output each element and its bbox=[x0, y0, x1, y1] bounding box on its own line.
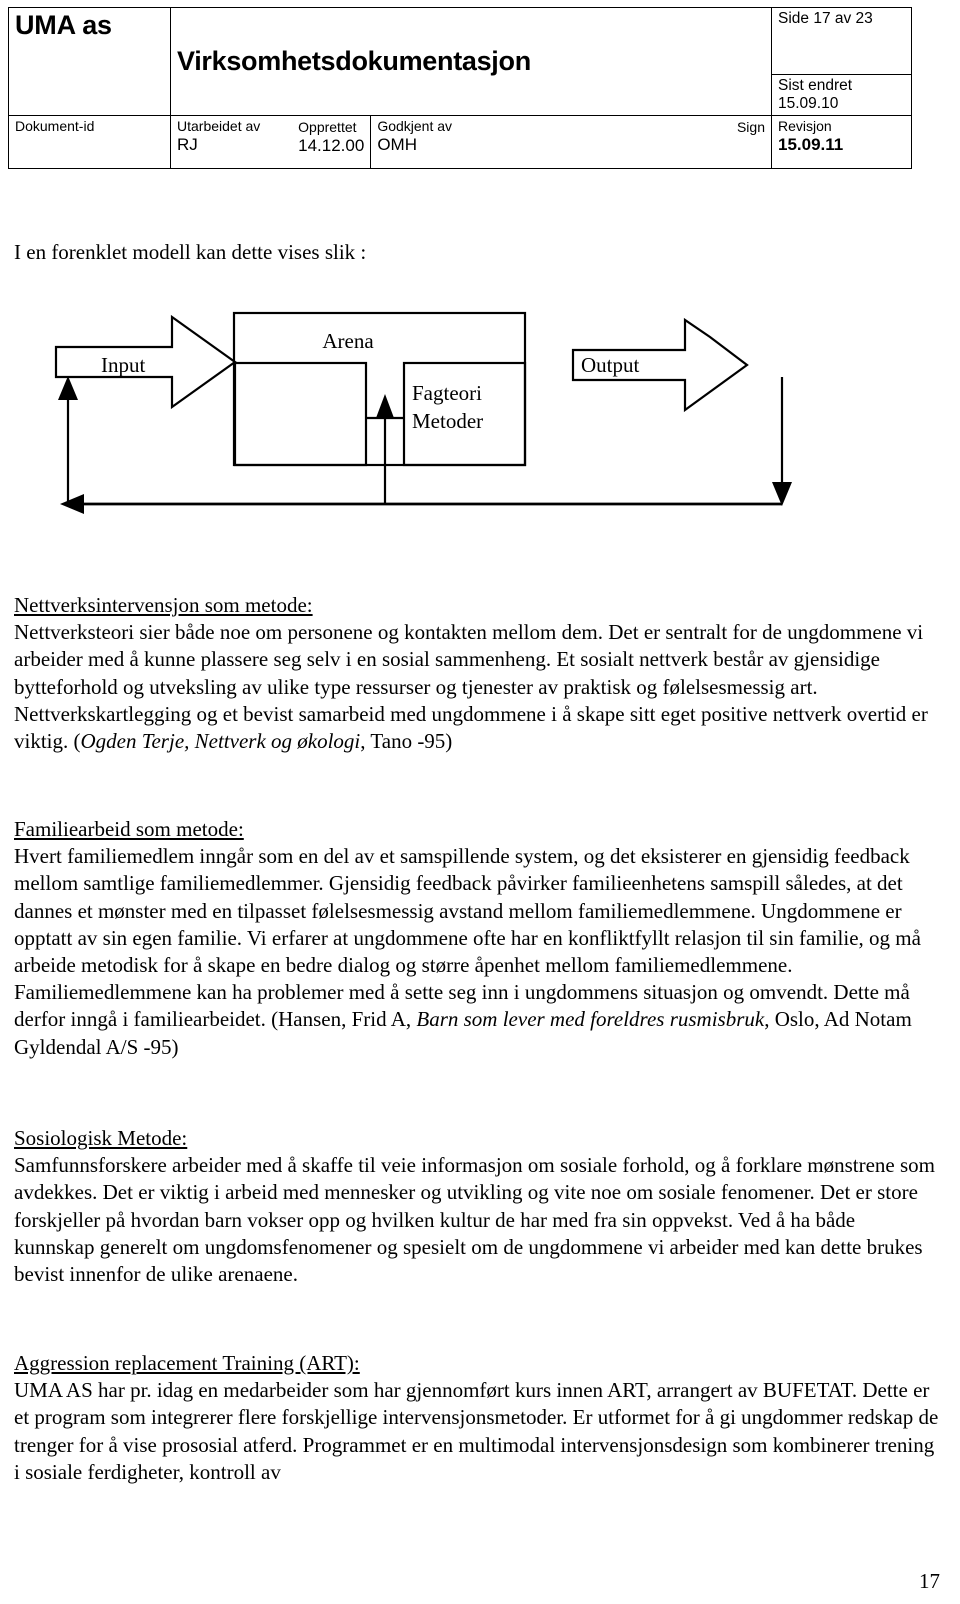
created-value: 14.12.00 bbox=[298, 136, 365, 156]
section-familiearbeid: Familiearbeid som metode: Hvert familiem… bbox=[14, 816, 939, 1061]
output-feedback-arrowhead-down bbox=[772, 482, 792, 506]
approved-block: Godkjent av OMH bbox=[377, 118, 452, 155]
left-feedback-arrowhead-up bbox=[58, 376, 78, 400]
section-heading: Nettverksintervensjon som metode: bbox=[14, 593, 313, 617]
document-title-cell: Virksomhetsdokumentasjon bbox=[170, 7, 772, 116]
document-id-cell: Dokument-id bbox=[8, 114, 171, 169]
author-value: RJ bbox=[177, 135, 198, 155]
approved-sign-cell: Godkjent av OMH Sign bbox=[370, 114, 772, 169]
approved-label: Godkjent av bbox=[377, 117, 453, 134]
inner-feedback-arrowhead bbox=[376, 394, 394, 418]
header-row-meta: Dokument-id Utarbeidet av RJ Opprettet 1… bbox=[8, 114, 912, 169]
output-label: Output bbox=[581, 353, 640, 377]
last-modified-value: 15.09.10 bbox=[778, 94, 839, 112]
section-nettverksintervensjon: Nettverksintervensjon som metode: Nettve… bbox=[14, 592, 939, 755]
section-paragraph: Hvert familiemedlem inngår som en del av… bbox=[14, 843, 939, 1061]
company-logo-cell: UMA as bbox=[8, 7, 171, 116]
section-heading: Sosiologisk Metode: bbox=[14, 1126, 188, 1150]
paragraph-citation-italic: Ogden Terje, Nettverk og økologi bbox=[80, 728, 361, 753]
revision-label: Revisjon bbox=[778, 117, 832, 134]
metoder-label: Metoder bbox=[412, 409, 483, 433]
approved-value: OMH bbox=[377, 135, 417, 155]
revision-value: 15.09.11 bbox=[778, 135, 844, 155]
intro-line: I en forenklet modell kan dette vises sl… bbox=[14, 240, 367, 264]
paragraph-citation-italic: Barn som lever med foreldres rusmisbruk bbox=[416, 1007, 765, 1032]
paragraph-pre: Samfunnsforskere arbeider med å skaffe t… bbox=[14, 1153, 936, 1286]
process-model-diagram: Input Arena Fagteori Metoder Output bbox=[0, 300, 960, 530]
page-count-cell: Side 17 av 23 bbox=[771, 7, 912, 75]
section-art: Aggression replacement Training (ART): U… bbox=[14, 1350, 939, 1486]
document-id-label: Dokument-id bbox=[15, 117, 95, 134]
arena-label: Arena bbox=[322, 329, 374, 353]
author-created-cell: Utarbeidet av RJ Opprettet 14.12.00 bbox=[169, 114, 372, 169]
page-number: 17 bbox=[919, 1569, 940, 1593]
section-paragraph: UMA AS har pr. idag en medarbeider som h… bbox=[14, 1377, 939, 1486]
header-row-main: UMA as Virksomhetsdokumentasjon Side 17 … bbox=[8, 7, 912, 116]
author-label: Utarbeidet av bbox=[177, 117, 261, 134]
page-title: Virksomhetsdokumentasjon bbox=[177, 45, 531, 76]
input-label: Input bbox=[101, 353, 145, 377]
section-heading: Familiearbeid som metode: bbox=[14, 817, 244, 841]
last-modified-cell: Sist endret 15.09.10 bbox=[771, 74, 912, 116]
section-paragraph: Nettverksteori sier både noe om personen… bbox=[14, 619, 939, 755]
paragraph-post: , Tano -95) bbox=[360, 728, 453, 753]
paragraph-pre: UMA AS har pr. idag en medarbeider som h… bbox=[14, 1378, 939, 1484]
document-header: UMA as Virksomhetsdokumentasjon Side 17 … bbox=[8, 7, 912, 169]
created-label: Opprettet bbox=[298, 118, 357, 135]
author-block: Utarbeidet av RJ bbox=[177, 118, 260, 155]
input-arrow-shape bbox=[54, 314, 237, 410]
last-modified-label: Sist endret bbox=[778, 77, 853, 94]
fagteori-label: Fagteori bbox=[412, 381, 482, 405]
page-count-text: Side 17 av 23 bbox=[778, 10, 873, 27]
bottom-feedback-arrowhead-left bbox=[60, 494, 84, 514]
arena-inner-left-box bbox=[233, 361, 368, 467]
header-table: UMA as Virksomhetsdokumentasjon Side 17 … bbox=[8, 7, 912, 169]
section-paragraph: Samfunnsforskere arbeider med å skaffe t… bbox=[14, 1152, 939, 1288]
created-block: Opprettet 14.12.00 bbox=[298, 119, 364, 156]
section-heading: Aggression replacement Training (ART): bbox=[14, 1351, 360, 1375]
revision-cell: Revisjon 15.09.11 bbox=[771, 114, 912, 169]
paragraph-pre: Hvert familiemedlem inngår som en del av… bbox=[14, 844, 921, 1032]
sign-label: Sign bbox=[736, 118, 765, 135]
section-sosiologisk-metode: Sosiologisk Metode: Samfunnsforskere arb… bbox=[14, 1125, 939, 1288]
company-logo-text: UMA as bbox=[15, 10, 112, 40]
